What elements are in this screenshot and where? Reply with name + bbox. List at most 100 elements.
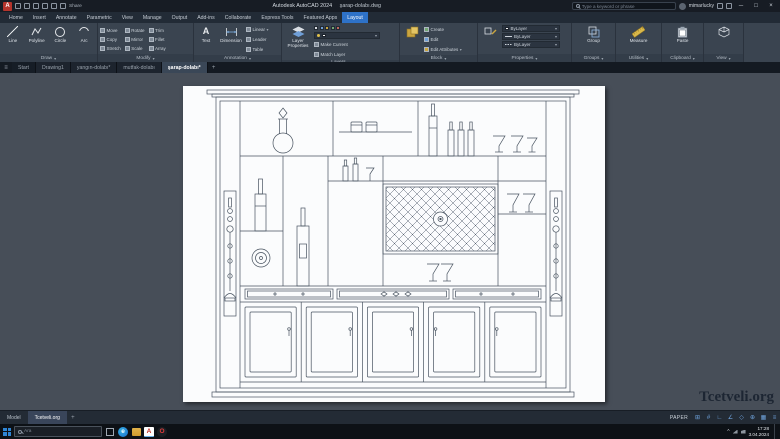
arc-button[interactable]: Arc (73, 24, 95, 44)
circle-button[interactable]: Circle (50, 24, 72, 44)
linear-button[interactable]: Linear▾ (246, 25, 269, 34)
layer-state-icon[interactable] (314, 26, 318, 30)
tab-output[interactable]: Output (167, 12, 193, 23)
line-button[interactable]: Line (2, 24, 24, 44)
opera-icon[interactable]: O (157, 427, 167, 437)
notification-icon[interactable] (717, 3, 723, 9)
dimension-button[interactable]: Dimension (218, 24, 244, 44)
new-drawing-tab-button[interactable]: + (208, 62, 220, 73)
ortho-icon[interactable]: ∟ (714, 411, 725, 424)
stretch-button[interactable]: Stretch (100, 44, 121, 53)
undo-icon[interactable] (51, 3, 57, 9)
tab-home[interactable]: Home (4, 12, 28, 23)
tab-addins[interactable]: Add-ins (192, 12, 220, 23)
share-button[interactable]: Share (69, 4, 82, 9)
help-search[interactable] (572, 2, 676, 10)
open-icon[interactable] (24, 3, 30, 9)
tab-annotate[interactable]: Annotate (51, 12, 82, 23)
user-name[interactable]: mimarlucky (689, 3, 714, 9)
maximize-button[interactable]: □ (750, 3, 762, 9)
layout-tab-tcetveli[interactable]: Tcetveli.org (28, 411, 67, 424)
autocad-app-icon[interactable]: A (3, 2, 12, 11)
move-button[interactable]: Move (100, 26, 121, 35)
grid-icon[interactable]: ⊞ (692, 411, 703, 424)
search-input[interactable] (582, 4, 672, 9)
paper-space-toggle[interactable]: PAPER (666, 411, 692, 424)
lineweight-dropdown[interactable]: ByLayer▾ (502, 33, 560, 40)
minimize-button[interactable]: ─ (735, 3, 747, 9)
utilities-panel-label[interactable]: Utilities ▾ (616, 54, 661, 62)
file-tab-sarap-dolabi[interactable]: şarap-dolabı* (162, 62, 208, 73)
file-tab-menu-icon[interactable]: ≡ (0, 62, 12, 73)
paste-button[interactable]: Paste (671, 24, 694, 44)
trim-button[interactable]: Trim (149, 26, 166, 35)
copy-button[interactable]: Copy (100, 35, 121, 44)
layer-isolate-icon[interactable] (320, 26, 324, 30)
annotation-panel-label[interactable]: Annotation ▾ (194, 55, 281, 62)
clipboard-panel-label[interactable]: Clipboard ▾ (662, 54, 703, 62)
start-button[interactable] (3, 428, 11, 436)
text-button[interactable]: A Text (196, 24, 216, 44)
lineweight-display-icon[interactable]: ▦ (758, 411, 769, 424)
file-tab-start[interactable]: Start (12, 62, 36, 73)
osnap-icon[interactable]: ◇ (736, 411, 747, 424)
make-current-button[interactable]: Make Current (314, 40, 380, 49)
groups-panel-label[interactable]: Groups ▾ (572, 54, 615, 62)
array-button[interactable]: Array (149, 44, 166, 53)
object-color-dropdown[interactable]: ByLayer▾ (502, 25, 560, 32)
tab-featured-apps[interactable]: Featured Apps (299, 12, 343, 23)
match-properties-button[interactable] (480, 24, 500, 38)
polar-tracking-icon[interactable]: ∠ (725, 411, 736, 424)
block-panel-label[interactable]: Block ▾ (400, 55, 477, 62)
show-desktop-button[interactable] (774, 424, 777, 439)
new-layout-button[interactable]: + (67, 411, 79, 424)
tab-manage[interactable]: Manage (138, 12, 167, 23)
taskbar-search[interactable] (14, 426, 102, 437)
user-avatar[interactable] (679, 3, 686, 10)
layer-off-icon[interactable] (336, 26, 340, 30)
linetype-dropdown[interactable]: ByLayer▾ (502, 41, 560, 48)
properties-panel-label[interactable]: Properties ▾ (478, 54, 571, 62)
drawing-canvas[interactable]: Tcetveli.org (0, 73, 780, 410)
layer-properties-button[interactable]: Layer Properties (284, 24, 312, 49)
tab-insert[interactable]: Insert (28, 12, 51, 23)
model-tab[interactable]: Model (0, 411, 28, 424)
new-file-icon[interactable] (15, 3, 21, 9)
tab-express-tools[interactable]: Express Tools (256, 12, 298, 23)
create-block-button[interactable]: Create (424, 25, 462, 34)
close-button[interactable]: × (765, 3, 777, 9)
tab-collaborate[interactable]: Collaborate (220, 12, 257, 23)
volume-icon[interactable] (741, 430, 746, 434)
mirror-button[interactable]: Mirror (125, 35, 145, 44)
tray-expand-icon[interactable]: ^ (727, 429, 729, 435)
file-tab-yangin-dolabi[interactable]: yangın-dolabı* (71, 62, 117, 73)
file-explorer-icon[interactable] (131, 427, 141, 437)
modify-panel-label[interactable]: Modify ▾ (98, 54, 193, 62)
group-button[interactable]: Group (582, 24, 605, 44)
layer-freeze-icon[interactable] (325, 26, 329, 30)
taskbar-search-input[interactable] (24, 429, 98, 434)
leader-button[interactable]: Leader (246, 35, 269, 44)
table-button[interactable]: Table (246, 45, 269, 54)
file-tab-mutfak-dolabi[interactable]: mutfak-dolabı (117, 62, 161, 73)
file-tab-drawing1[interactable]: Drawing1 (36, 62, 71, 73)
save-icon[interactable] (33, 3, 39, 9)
tab-view[interactable]: View (117, 12, 138, 23)
network-icon[interactable] (733, 430, 738, 434)
view-base-button[interactable] (712, 24, 735, 38)
layer-lock-icon[interactable] (331, 26, 335, 30)
edge-icon[interactable]: e (118, 427, 128, 437)
measure-button[interactable]: Measure (627, 24, 650, 44)
workspace-icon[interactable]: ≡ (769, 411, 780, 424)
print-icon[interactable] (42, 3, 48, 9)
edit-block-button[interactable]: Edit (424, 35, 462, 44)
object-snap-tracking-icon[interactable]: ⊕ (747, 411, 758, 424)
layout-paper[interactable] (183, 86, 605, 402)
tab-parametric[interactable]: Parametric (82, 12, 117, 23)
redo-icon[interactable] (60, 3, 66, 9)
rotate-button[interactable]: Rotate (125, 26, 145, 35)
task-view-icon[interactable] (105, 427, 115, 437)
match-layer-button[interactable]: Match Layer (314, 50, 380, 59)
snap-icon[interactable]: # (703, 411, 714, 424)
scale-button[interactable]: Scale (125, 44, 145, 53)
